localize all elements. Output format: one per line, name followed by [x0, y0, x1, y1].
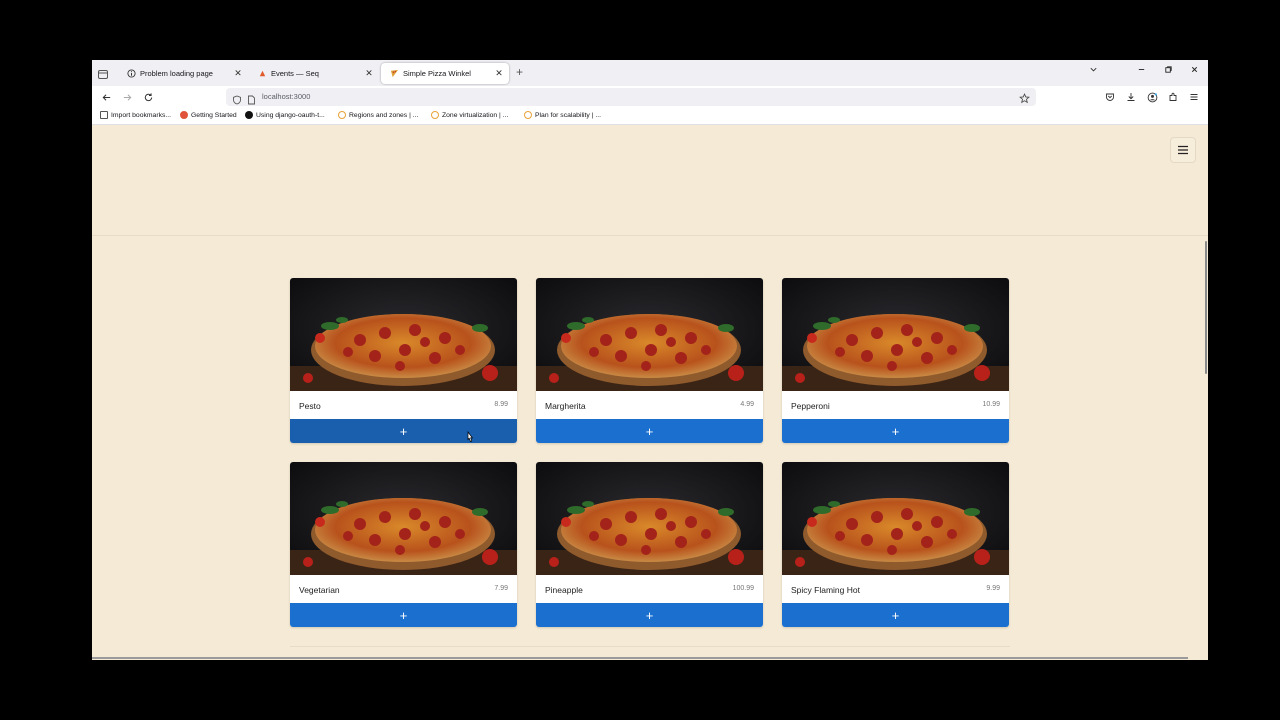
- bookmark-label: Getting Started: [191, 111, 237, 119]
- section-divider: [290, 646, 1010, 647]
- url-input[interactable]: localhost:3000: [262, 92, 310, 101]
- minimize-icon[interactable]: [1131, 65, 1151, 77]
- bookmark-plan-scalability[interactable]: Plan for scalability | ...: [524, 111, 601, 119]
- scrollbar-thumb[interactable]: [1205, 241, 1207, 374]
- account-icon[interactable]: [1145, 90, 1159, 104]
- bookmark-zone-virtualization[interactable]: Zone virtualization | ...: [431, 111, 508, 119]
- cloud-icon: [524, 111, 532, 119]
- product-card: Spicy Flaming Hot 9.99 +: [782, 462, 1009, 627]
- bookmark-regions-zones[interactable]: Regions and zones | ...: [338, 111, 418, 119]
- add-to-cart-button[interactable]: +: [536, 419, 763, 443]
- product-name: Spicy Flaming Hot: [791, 585, 860, 595]
- back-arrow-icon[interactable]: [99, 90, 113, 104]
- add-to-cart-button[interactable]: +: [782, 419, 1009, 443]
- downloads-icon[interactable]: [1124, 90, 1138, 104]
- pizza-image: [536, 278, 763, 391]
- header-divider: [92, 235, 1208, 236]
- pizza-icon: [389, 69, 399, 79]
- bookmark-label: Import bookmarks...: [111, 111, 172, 119]
- cloud-icon: [431, 111, 439, 119]
- tab-list-icon[interactable]: [97, 67, 109, 79]
- new-tab-icon[interactable]: +: [516, 65, 523, 79]
- address-bar[interactable]: localhost:3000: [226, 88, 1036, 106]
- reload-icon[interactable]: [141, 90, 155, 104]
- product-card: Pineapple 100.99 +: [536, 462, 763, 627]
- cloud-icon: [338, 111, 346, 119]
- product-price: 100.99: [732, 585, 754, 592]
- tab-events-seq[interactable]: Events — Seq ✕: [249, 63, 379, 84]
- seq-icon: [257, 69, 267, 79]
- pocket-icon[interactable]: [1103, 90, 1117, 104]
- tab-title: Events — Seq: [271, 69, 319, 78]
- tab-simple-pizza-winkel[interactable]: Simple Pizza Winkel ✕: [381, 63, 509, 84]
- product-card: Margherita 4.99 +: [536, 278, 763, 443]
- pizza-image: [536, 462, 763, 575]
- close-tab-icon[interactable]: ✕: [492, 68, 506, 79]
- plus-icon: +: [399, 423, 408, 439]
- close-tab-icon[interactable]: ✕: [231, 68, 245, 79]
- add-to-cart-button[interactable]: +: [290, 603, 517, 627]
- pizza-image: [782, 462, 1009, 575]
- product-price: 4.99: [740, 401, 754, 408]
- add-to-cart-button[interactable]: +: [536, 603, 763, 627]
- mouse-cursor-icon: [467, 431, 474, 442]
- bookmark-label: Regions and zones | ...: [349, 111, 419, 119]
- horizontal-scrollbar[interactable]: [92, 657, 1188, 659]
- bookmark-label: Plan for scalability | ...: [535, 111, 601, 119]
- browser-window: Problem loading page ✕ Events — Seq ✕ Si…: [92, 60, 1208, 660]
- info-icon: [126, 69, 136, 79]
- restore-icon[interactable]: [1158, 65, 1178, 77]
- product-price: 8.99: [494, 401, 508, 408]
- plus-icon: +: [891, 607, 900, 623]
- close-tab-icon[interactable]: ✕: [362, 68, 376, 79]
- github-icon: [245, 111, 253, 119]
- bookmark-import[interactable]: Import bookmarks...: [100, 111, 171, 119]
- product-name: Pepperoni: [791, 401, 830, 411]
- bookmark-django-oauth[interactable]: Using django-oauth-t...: [245, 111, 325, 119]
- product-card: Pepperoni 10.99 +: [782, 278, 1009, 443]
- hamburger-menu-button[interactable]: [1170, 137, 1196, 163]
- forward-arrow-icon[interactable]: [120, 90, 134, 104]
- product-name: Pesto: [299, 401, 321, 411]
- pizza-image: [290, 462, 517, 575]
- tab-bar: Problem loading page ✕ Events — Seq ✕ Si…: [92, 60, 1208, 86]
- pizza-image: [290, 278, 517, 391]
- bookmark-label: Using django-oauth-t...: [256, 111, 325, 119]
- firefox-icon: [180, 111, 188, 119]
- plus-icon: +: [399, 607, 408, 623]
- plus-icon: +: [891, 423, 900, 439]
- product-card: Vegetarian 7.99 +: [290, 462, 517, 627]
- navigation-bar: localhost:3000: [92, 86, 1208, 108]
- product-name: Pineapple: [545, 585, 583, 595]
- plus-icon: +: [645, 423, 654, 439]
- tab-overflow-chevron-icon[interactable]: [1083, 65, 1103, 77]
- bookmarks-toolbar: Import bookmarks... Getting Started Usin…: [92, 108, 1208, 125]
- product-price: 9.99: [986, 585, 1000, 592]
- product-name: Vegetarian: [299, 585, 340, 595]
- add-to-cart-button[interactable]: +: [782, 603, 1009, 627]
- page-content: Pesto 8.99 + Margherita 4.99 + Pepperoni 10.99 +…: [92, 126, 1208, 660]
- plus-icon: +: [645, 607, 654, 623]
- bookmark-getting-started[interactable]: Getting Started: [180, 111, 237, 119]
- tab-problem-loading[interactable]: Problem loading page ✕: [118, 63, 248, 84]
- hamburger-icon: [1178, 145, 1188, 155]
- bookmark-star-icon[interactable]: [1019, 91, 1030, 109]
- product-card: Pesto 8.99 +: [290, 278, 517, 443]
- close-window-icon[interactable]: [1184, 65, 1204, 77]
- tab-title: Problem loading page: [140, 69, 213, 78]
- add-to-cart-button[interactable]: +: [290, 419, 517, 443]
- import-icon: [100, 111, 108, 119]
- product-price: 10.99: [982, 401, 1000, 408]
- tab-title: Simple Pizza Winkel: [403, 69, 471, 78]
- extensions-icon[interactable]: [1166, 90, 1180, 104]
- pizza-image: [782, 278, 1009, 391]
- bookmark-label: Zone virtualization | ...: [442, 111, 509, 119]
- app-menu-icon[interactable]: [1187, 90, 1201, 104]
- product-name: Margherita: [545, 401, 586, 411]
- product-price: 7.99: [494, 585, 508, 592]
